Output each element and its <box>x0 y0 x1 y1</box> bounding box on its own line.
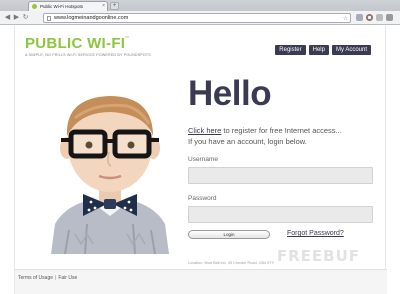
logo-tm: ™ <box>125 35 130 40</box>
username-input[interactable] <box>188 167 373 184</box>
extension-icon[interactable] <box>376 14 383 21</box>
register-link[interactable]: Register <box>275 45 306 55</box>
extension-icons <box>356 14 393 21</box>
browser-tabstrip: Public Wi-Fi Hotspots × + <box>0 0 400 11</box>
fair-use-link[interactable]: Fair Use <box>58 275 77 281</box>
reload-icon[interactable]: ↻ <box>21 14 30 21</box>
top-nav: Register Help My Account <box>275 45 371 55</box>
help-link[interactable]: Help <box>308 45 329 55</box>
browser-tab[interactable]: Public Wi-Fi Hotspots × <box>28 1 108 11</box>
terms-link[interactable]: Terms of Usage <box>18 275 53 281</box>
login-button[interactable]: Login <box>188 230 270 239</box>
new-tab-button[interactable]: + <box>110 2 119 10</box>
click-here-link[interactable]: Click here <box>188 126 221 135</box>
logo-text: PUBLIC WI-FI™ <box>25 35 151 52</box>
address-bar[interactable]: www.logmeinandgoonline.com ☆ <box>43 13 351 23</box>
watermark: FREEBUF <box>276 247 360 265</box>
forward-icon[interactable]: ▶ <box>12 14 21 21</box>
tagline: A SIMPLE, NO FRILLS WI-FI SERVICE POWERE… <box>25 53 151 57</box>
password-label: Password <box>188 195 217 202</box>
url-text[interactable]: www.logmeinandgoonline.com <box>54 15 343 21</box>
back-icon[interactable]: ◀ <box>3 14 12 21</box>
footer-links: Terms of Usage | Fair Use <box>18 275 77 281</box>
footer: Terms of Usage | Fair Use <box>15 269 387 294</box>
close-tab-icon[interactable]: × <box>102 4 105 9</box>
chrome-icon[interactable] <box>366 14 373 21</box>
my-account-link[interactable]: My Account <box>331 45 371 55</box>
intro-text: Click here to register for free Internet… <box>188 125 383 147</box>
intro-line2: If you have an account, login below. <box>188 137 307 146</box>
browser-toolbar: ◀ ▶ ↻ www.logmeinandgoonline.com ☆ <box>0 11 400 25</box>
star-icon[interactable]: ☆ <box>343 15 348 22</box>
logo: PUBLIC WI-FI™ A SIMPLE, NO FRILLS WI-FI … <box>25 35 151 58</box>
username-label: Username <box>188 156 218 163</box>
menu-icon[interactable] <box>386 14 393 21</box>
page-heading: Hello <box>188 74 272 113</box>
extension-icon[interactable] <box>356 14 363 21</box>
page-icon <box>47 15 51 21</box>
footer-separator: | <box>55 275 57 281</box>
forgot-password-link[interactable]: Forgot Password? <box>287 230 344 237</box>
boy-illustration <box>51 96 169 254</box>
tab-title: Public Wi-Fi Hotspots <box>40 4 84 9</box>
favicon-icon <box>32 4 37 9</box>
logo-word: PUBLIC WI-FI <box>25 35 126 52</box>
location-text: Location: Blue Ball Inn, 45 Chester Road… <box>188 261 275 265</box>
intro-line1: to register for free Internet access... <box>221 126 342 135</box>
password-input[interactable] <box>188 206 373 223</box>
